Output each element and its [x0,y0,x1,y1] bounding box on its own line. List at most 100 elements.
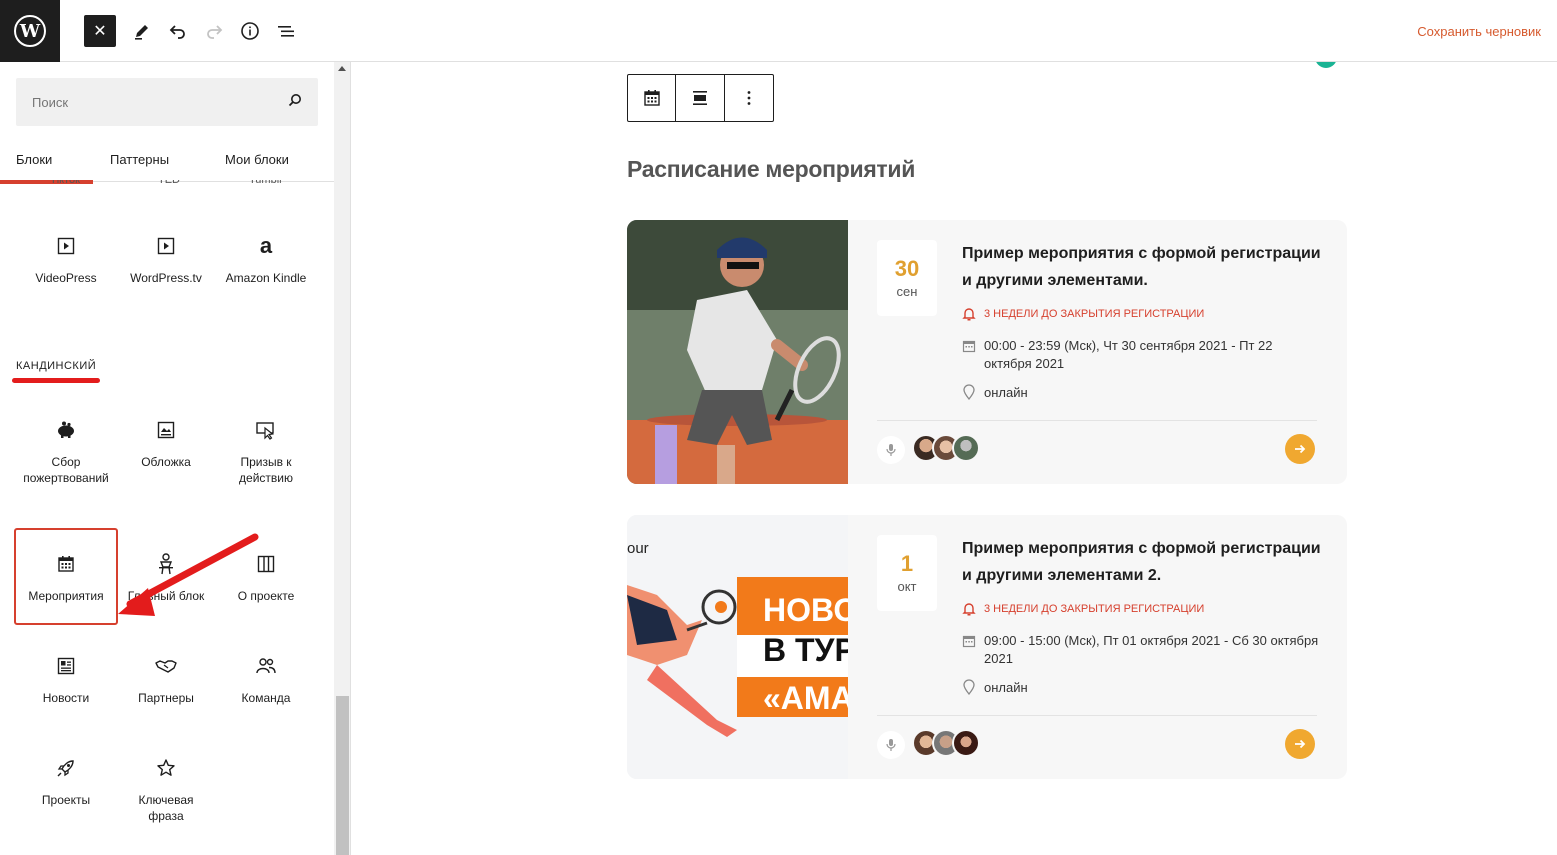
person-icon [159,553,173,575]
tab-patterns[interactable]: Паттерны [110,152,169,182]
scroll-up-arrow-icon[interactable] [338,66,346,71]
align-center-icon [693,91,708,105]
event-time: 09:00 - 15:00 (Мск), Пт 01 октября 2021 … [962,632,1322,668]
block-main-block[interactable]: Главный блок [116,552,216,604]
video-icon [157,237,175,255]
event-open-button[interactable] [1285,729,1315,759]
block-events[interactable]: Мероприятия [16,552,116,604]
block-toolbar [627,74,774,122]
redo-button[interactable] [198,15,230,47]
editor-header: W ✕ Сохранить черновик [0,0,1557,62]
details-button[interactable] [234,15,266,47]
cursor-icon [256,422,274,440]
annotation-underline [12,378,100,383]
block-inserter-panel: Блоки Паттерны Мои блоки Тікток TED Tumb… [0,62,334,855]
editor-canvas: Расписание мероприятий 30 сен Пример мер… [351,62,1557,855]
event-image [627,220,848,484]
block-call-to-action[interactable]: Призыв к действию [216,418,316,486]
block-projects[interactable]: Проекты [16,756,116,808]
amazon-icon: a [259,233,273,258]
team-icon [256,658,276,674]
event-date: 30 сен [877,240,937,316]
divider [877,715,1317,716]
rocket-icon [57,760,74,777]
wordpress-logo-button[interactable]: W [0,0,60,62]
block-team[interactable]: Команда [216,654,316,706]
tab-blocks[interactable]: Блоки [16,152,52,182]
block-label: Amazon Kindle [225,271,307,285]
event-day: 1 [900,551,914,576]
news-icon [57,657,75,675]
bell-icon [962,308,976,321]
block-type-button[interactable] [628,75,677,121]
block-label: Партнеры [138,691,194,705]
event-place: онлайн [962,679,1028,695]
microphone-icon [886,444,896,456]
sidebar-scrollbar[interactable] [334,62,351,855]
block-donations[interactable]: Сбор пожертвований [16,418,116,486]
deadline-text: 3 НЕДЕЛИ ДО ЗАКРЫТИЯ РЕГИСТРАЦИИ [984,603,1205,615]
undo-button[interactable] [162,15,194,47]
save-draft-button[interactable]: Сохранить черновик [1417,24,1541,39]
block-label: Обложка [141,455,191,469]
block-about-project[interactable]: О проекте [216,552,316,604]
event-card[interactable]: 30 сен Пример мероприятия с формой регис… [627,220,1347,484]
event-title[interactable]: Пример мероприятия с формой регистрации … [962,240,1322,294]
align-button[interactable] [676,75,725,121]
block-label: Проекты [41,793,91,807]
block-label: VideoPress [35,271,97,285]
speaker-avatars [912,729,980,757]
block-partners[interactable]: Партнеры [116,654,216,706]
event-day: 30 [894,256,920,281]
info-icon [241,22,259,40]
scrollbar-thumb[interactable] [336,696,349,855]
category-title: КАНДИНСКИЙ [16,360,97,372]
more-options-button[interactable] [725,75,773,121]
location-pin-icon [963,384,975,400]
event-time: 00:00 - 23:59 (Мск), Чт 30 сентября 2021… [962,337,1322,373]
block-label: Главный блок [127,589,205,603]
block-key-phrase[interactable]: Ключевая фраза [116,756,216,824]
arrow-right-icon [1295,739,1306,749]
event-card[interactable]: our НОВОЕ В ТУРН «АМАТ 1 окт Пример меро… [627,515,1347,779]
block-wordpress-tv[interactable]: WordPress.tv [116,234,216,286]
block-label: Команда [241,691,291,705]
search-input[interactable] [16,78,276,126]
block-label: Сбор пожертвований [23,455,109,485]
image-text: В ТУРН [763,632,848,668]
list-view-button[interactable] [270,15,302,47]
block-amazon-kindle[interactable]: a Amazon Kindle [216,233,316,286]
event-image: our НОВОЕ В ТУРН «АМАТ [627,515,848,779]
more-vertical-icon [747,91,751,105]
close-icon: ✕ [93,23,107,40]
tools-button[interactable] [126,15,158,47]
block-label-cut: TED [158,180,180,186]
bell-icon [962,603,976,616]
handshake-icon [155,660,177,673]
cover-icon [157,421,175,439]
close-inserter-button[interactable]: ✕ [84,15,116,47]
block-label: Призыв к действию [239,455,293,485]
event-open-button[interactable] [1285,434,1315,464]
block-news[interactable]: Новости [16,654,116,706]
image-text: «АМАТ [763,680,848,716]
wordpress-logo-icon: W [14,15,46,47]
block-cover[interactable]: Обложка [116,418,216,470]
avatar[interactable] [952,729,980,757]
time-text: 00:00 - 23:59 (Мск), Чт 30 сентября 2021… [984,338,1273,371]
block-videopress[interactable]: VideoPress [16,234,116,286]
registration-deadline: 3 НЕДЕЛИ ДО ЗАКРЫТИЯ РЕГИСТРАЦИИ [962,602,1204,616]
microphone-icon [886,739,896,751]
columns-icon [257,555,275,573]
list-view-icon [278,26,294,37]
tab-my-blocks[interactable]: Мои блоки [225,152,289,182]
calendar-icon [643,90,660,106]
pencil-icon [135,25,148,40]
event-title[interactable]: Пример мероприятия с формой регистрации … [962,535,1322,589]
avatar[interactable] [952,434,980,462]
divider [877,420,1317,421]
speakers-badge [877,731,905,759]
status-dot [1315,62,1337,68]
image-text: НОВОЕ [763,592,848,628]
block-label-cut: Tumblr [249,180,283,186]
